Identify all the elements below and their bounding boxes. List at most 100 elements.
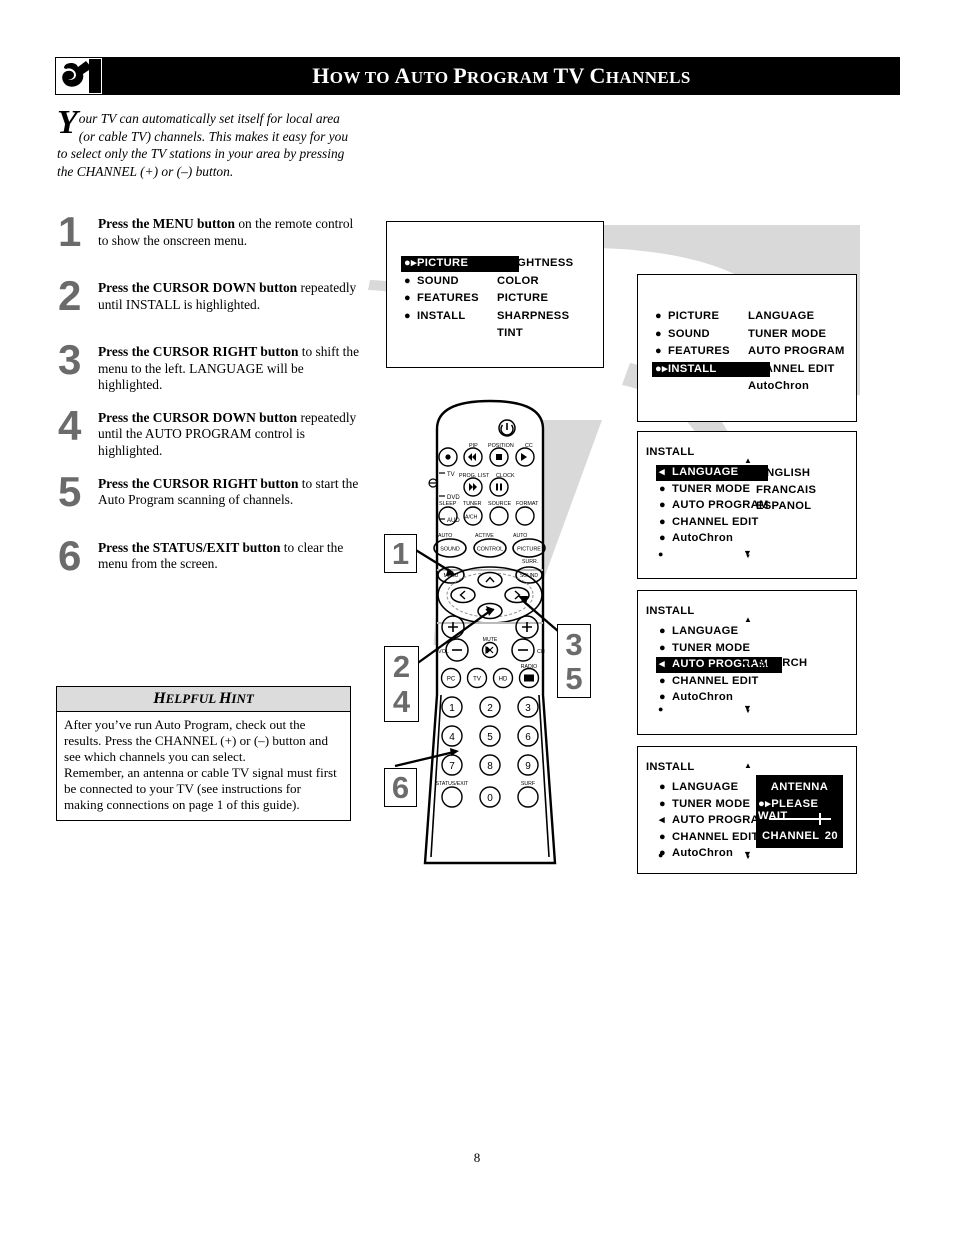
osd-menu-item-label: SOUND [668, 327, 710, 340]
title-capital: H [312, 63, 330, 88]
osd-bullet-icon: ● [659, 674, 666, 687]
step-text: Press the MENU button on the remote cont… [98, 216, 365, 249]
page-title: HOW TO AUTO PROGRAM TV CHANNELS [103, 57, 900, 95]
intro-dropcap: Y [57, 104, 78, 141]
osd-option-label: TINT [497, 327, 524, 339]
osd-menu-item[interactable]: ◂ AUTO PROGRAM [656, 813, 769, 829]
osd-option[interactable]: LANGUAGE [748, 309, 814, 325]
osd-bullet-icon: ● [659, 532, 666, 544]
osd-menu-item-label: AUTO PROGRAM [672, 814, 769, 826]
hint-paragraph-2: Remember, an antenna or cable TV signal … [64, 764, 337, 812]
step-text: Press the CURSOR DOWN button repeatedly … [98, 410, 365, 460]
svg-text:SLEEP: SLEEP [439, 501, 457, 507]
osd-option-label: LANGUAGE [748, 310, 815, 322]
osd-bullet-icon: ● [404, 309, 411, 322]
osd-menu-item-label: AUTO PROGRAM [672, 499, 769, 511]
osd-bullet-icon: ●▸ [404, 257, 417, 269]
step-number: 3 [58, 336, 82, 383]
osd-option[interactable]: FRANCAIS [756, 483, 816, 499]
osd-menu-item[interactable]: ● AutoChron [656, 690, 733, 706]
title-capital: H [153, 690, 166, 707]
step-action: Press the STATUS/EXIT button [98, 539, 281, 555]
intro-text: our TV can automatically set itself for … [57, 111, 349, 179]
osd-option[interactable]: AutoChron [748, 379, 809, 395]
helpful-hint-heading: HELPFUL HINT [57, 687, 350, 712]
tv-menu-screen-main-install: ● PICTURE ● SOUND ● FEATURES ●▸ INSTALL LANGUAGE… [637, 274, 857, 422]
osd-option[interactable]: COLOR [497, 274, 539, 290]
osd-menu-item[interactable]: ● INSTALL [401, 309, 466, 325]
title-smallcap: ELPFUL [165, 691, 216, 706]
osd-option[interactable]: ●▸ SEARCH [742, 656, 807, 672]
osd-scroll-up-icon[interactable]: ▲ [744, 457, 752, 465]
osd-option[interactable]: ESPANOL [756, 499, 811, 515]
osd-option[interactable]: SHARPNESS [497, 309, 569, 325]
osd-menu-item[interactable]: ● SOUND [401, 274, 459, 290]
osd-option[interactable]: ●▸ ENGLISH [742, 466, 810, 482]
osd-menu-item[interactable]: ● LANGUAGE [656, 780, 738, 796]
osd-menu-item[interactable]: ● CHANNEL EDIT [656, 674, 759, 690]
osd-menu-item-label: LANGUAGE [672, 781, 739, 793]
osd-menu-item[interactable]: ● FEATURES [401, 291, 479, 307]
osd-menu-item[interactable]: ● PICTURE [652, 309, 719, 325]
step-action: Press the CURSOR RIGHT button [98, 475, 299, 491]
osd-option-label: AutoChron [748, 380, 810, 392]
progress-channel-label: CHANNEL [762, 830, 820, 842]
title-smallcap: HANNELS [605, 68, 691, 87]
osd-bullet-icon: ● [659, 641, 666, 654]
osd-option[interactable]: TINT [497, 326, 523, 342]
osd-menu-item[interactable]: ● AutoChron [656, 531, 733, 547]
osd-menu-item-label: AutoChron [672, 691, 734, 703]
step-item: 6 Press the STATUS/EXIT button to clear t… [55, 533, 365, 588]
step-number: 1 [58, 208, 82, 255]
osd-menu-item[interactable]: ● SOUND [652, 327, 710, 343]
step-item: 4 Press the CURSOR DOWN button repeatedly… [55, 403, 365, 460]
osd-menu-item-label: TUNER MODE [672, 641, 751, 654]
osd-scroll-down-icon-2: ▼ [745, 554, 752, 560]
osd-menu-item-label: SOUND [417, 274, 459, 287]
osd-bullet-icon: ●▸ [655, 362, 668, 375]
osd-option[interactable]: TUNER MODE [748, 327, 826, 343]
title-capital: H [218, 690, 232, 707]
osd-bullet-icon: ◂ [659, 466, 665, 478]
osd-option[interactable]: BRIGHTNESS [497, 256, 573, 272]
osd-option[interactable]: AUTO PROGRAM [748, 344, 845, 360]
osd-option-label: ENGLISH [758, 467, 811, 479]
title-smallcap: ROGRAM [467, 68, 549, 87]
osd-option[interactable]: PICTURE [497, 291, 548, 307]
step-action: Press the CURSOR DOWN button [98, 280, 298, 295]
tv-menu-screen-main-picture: ●▸ PICTURE ● SOUND ● FEATURES ● INSTALL BRIGHTNE… [386, 221, 604, 368]
osd-menu-item[interactable]: ● AutoChron [656, 846, 733, 862]
osd-menu-item[interactable]: ● CHANNEL EDIT [656, 515, 759, 531]
osd-menu-item[interactable]: ● FEATURES [652, 344, 730, 360]
osd-menu-item[interactable]: ● LANGUAGE [656, 624, 738, 640]
osd-menu-item[interactable]: ● TUNER MODE [656, 482, 750, 498]
osd-menu-item-label: CHANNEL EDIT [672, 515, 759, 528]
title-smallcap: INT [231, 691, 254, 706]
osd-more-indicator-icon: ● [658, 549, 664, 559]
step-number: 5 [58, 467, 82, 515]
osd-scroll-up-icon[interactable]: ▲ [744, 762, 752, 770]
osd-scroll-up-icon[interactable]: ▲ [744, 616, 752, 624]
callout-box-6: 6 [384, 768, 417, 807]
osd-menu-item-label: CHANNEL EDIT [672, 830, 759, 843]
title-smallcap: OW [329, 68, 361, 87]
step-item: 5 Press the CURSOR RIGHT button to start … [55, 469, 365, 524]
page-header: HOW TO AUTO PROGRAM TV CHANNELS [55, 57, 900, 95]
step-text: Press the CURSOR RIGHT button to shift t… [98, 344, 365, 394]
osd-menu-item-label: PICTURE [668, 310, 720, 322]
osd-option[interactable]: CHANNEL EDIT [748, 362, 835, 378]
osd-option-label: SEARCH [758, 657, 808, 669]
svg-text:FORMAT: FORMAT [516, 501, 539, 507]
osd-option-label: COLOR [497, 274, 539, 287]
osd-bullet-icon: ● [655, 327, 662, 340]
osd-bullet-icon: ● [659, 482, 666, 495]
osd-menu-item[interactable]: ● AUTO PROGRAM [656, 498, 769, 514]
steps-list: 1 Press the MENU button on the remote con… [55, 210, 365, 604]
osd-menu-item[interactable]: ● TUNER MODE [656, 641, 750, 657]
osd-menu-item-label: PICTURE [417, 257, 469, 269]
osd-menu-item[interactable]: ● TUNER MODE [656, 797, 750, 813]
osd-bullet-icon: ● [659, 797, 666, 810]
osd-marker-icon: ●▸ [742, 657, 759, 669]
osd-menu-item[interactable]: ● CHANNEL EDIT [656, 830, 759, 846]
hint-paragraph-1: After you’ve run Auto Program, check out… [64, 717, 329, 764]
